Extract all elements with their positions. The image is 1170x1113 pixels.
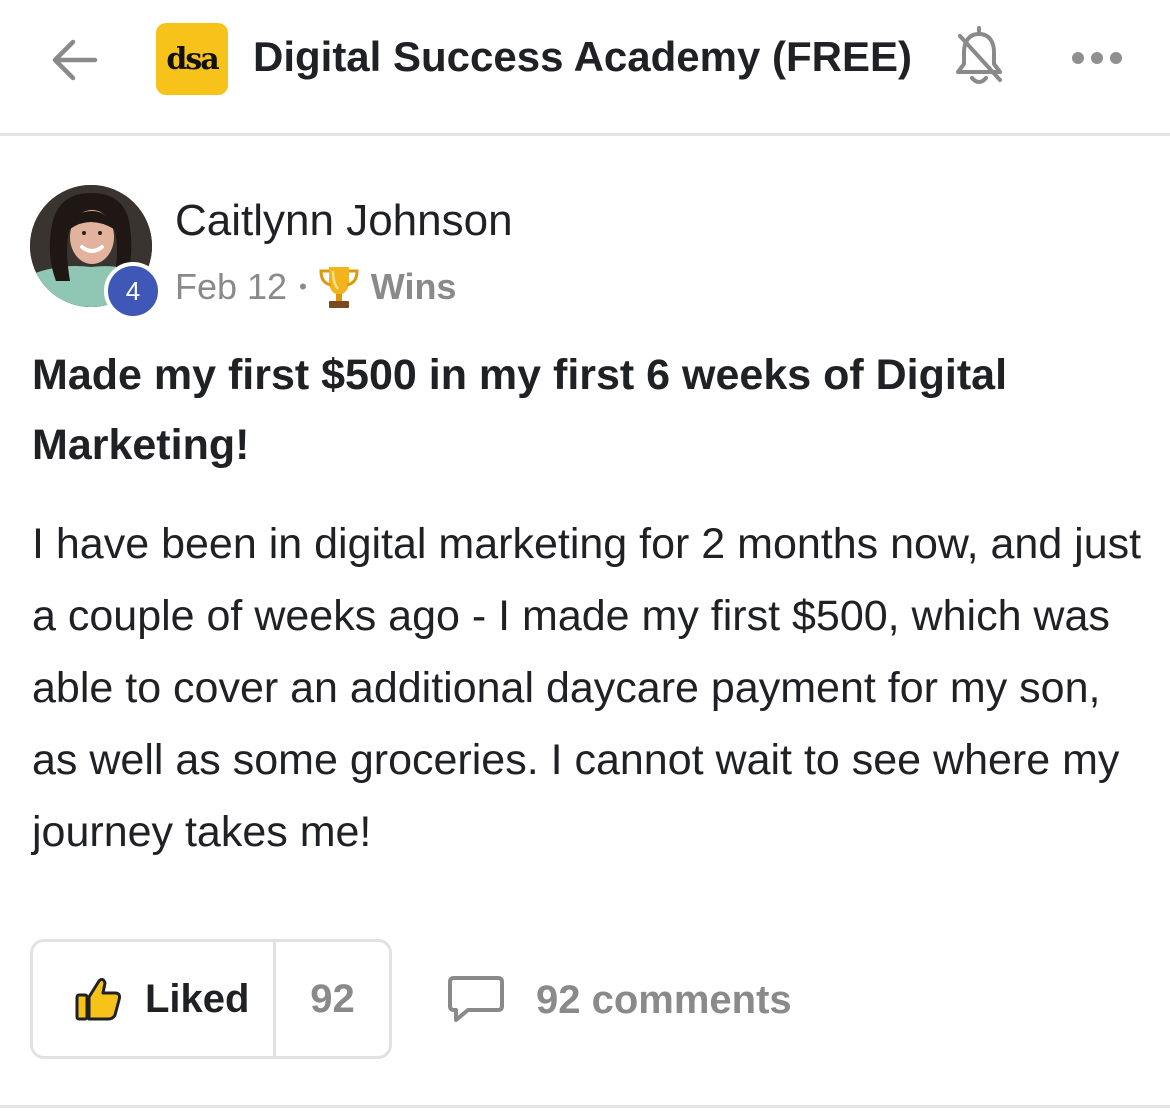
bell-off-icon [956, 26, 1002, 84]
group-title[interactable]: Digital Success Academy (FREE) [253, 33, 912, 81]
post-title: Made my first $500 in my first 6 weeks o… [32, 351, 1008, 469]
post-body: I have been in digital marketing for 2 m… [32, 520, 1142, 856]
notifications-button[interactable] [950, 26, 1008, 90]
post-meta: Feb 12 • Wins [175, 264, 456, 310]
trophy-icon [319, 267, 359, 308]
like-button[interactable]: Liked [33, 942, 276, 1056]
level-badge: 4 [104, 262, 162, 320]
comments-button[interactable]: 92 comments [446, 972, 792, 1028]
thumbs-up-icon [75, 977, 121, 1021]
bottom-divider [0, 1105, 1170, 1108]
comments-count: 92 comments [536, 977, 792, 1022]
more-horizontal-icon [1110, 52, 1122, 64]
comment-bubble-icon [448, 976, 504, 1022]
more-horizontal-icon [1072, 52, 1084, 64]
back-button[interactable] [44, 34, 104, 86]
group-logo[interactable]: dsa [156, 23, 228, 95]
post-date: Feb 12 [175, 266, 288, 307]
arrow-left-icon [52, 39, 98, 81]
like-label: Liked [145, 976, 250, 1021]
more-options-button[interactable] [1072, 46, 1126, 70]
top-bar: dsa Digital Success Academy (FREE) [0, 0, 1170, 136]
author-name[interactable]: Caitlynn Johnson [175, 196, 513, 246]
meta-separator: • [299, 274, 307, 299]
more-horizontal-icon [1091, 52, 1103, 64]
like-count[interactable]: 92 [276, 942, 389, 1056]
like-control: Liked 92 [30, 939, 392, 1059]
category-label[interactable]: Wins [371, 266, 457, 308]
group-logo-text: dsa [166, 41, 219, 77]
